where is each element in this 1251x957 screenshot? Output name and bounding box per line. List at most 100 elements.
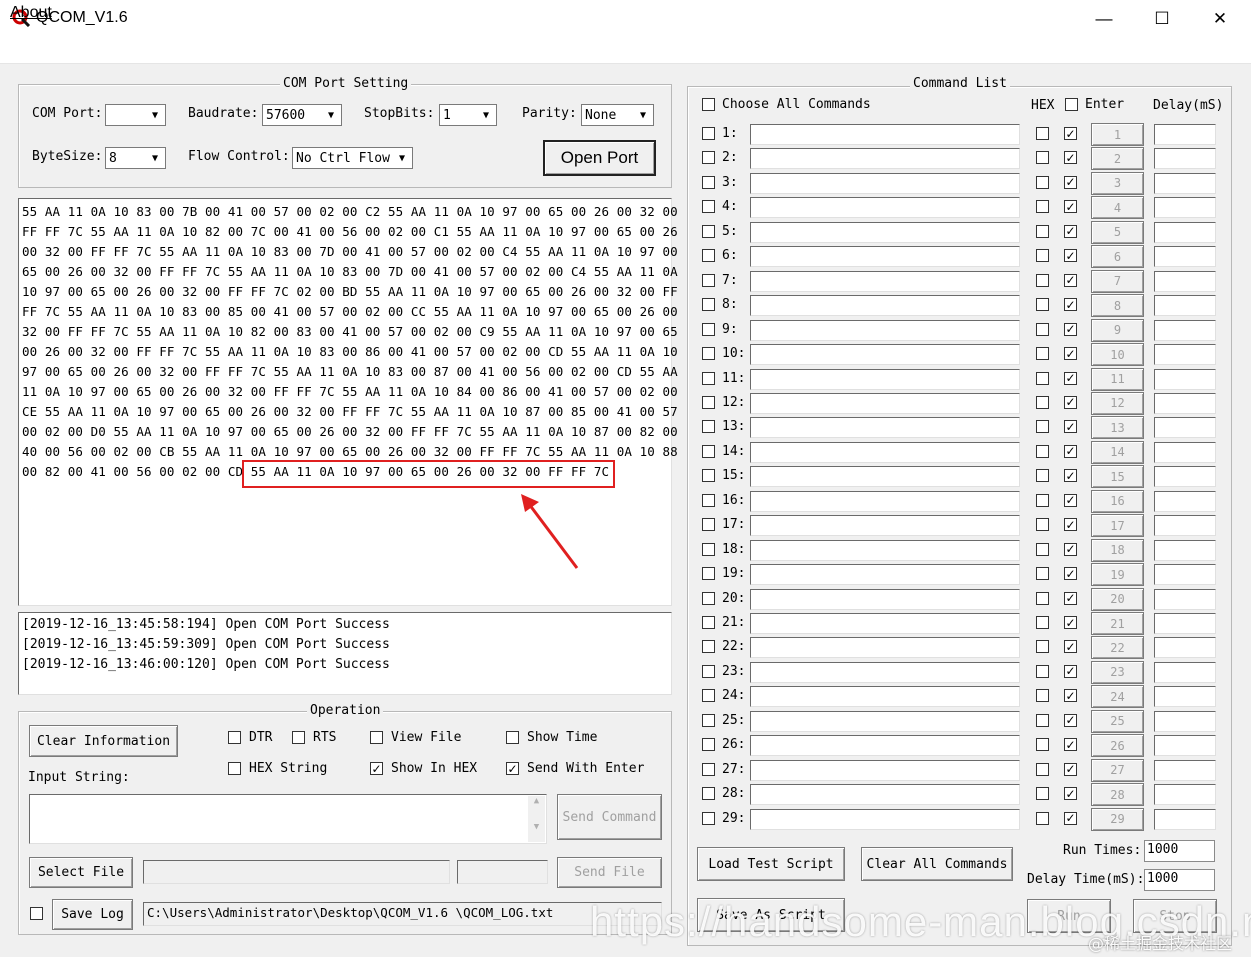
command-hex-checkbox[interactable] xyxy=(1036,469,1049,483)
command-select-checkbox[interactable] xyxy=(702,371,715,385)
command-send-button[interactable]: 19 xyxy=(1091,563,1144,587)
command-enter-checkbox[interactable]: ✓ xyxy=(1064,493,1077,507)
command-select-checkbox[interactable] xyxy=(702,200,715,214)
command-delay-input[interactable] xyxy=(1154,197,1216,219)
command-enter-checkbox[interactable]: ✓ xyxy=(1064,200,1077,214)
command-input[interactable] xyxy=(750,686,1020,708)
command-enter-checkbox[interactable]: ✓ xyxy=(1064,273,1077,287)
menu-about[interactable]: About xyxy=(10,4,52,22)
choose-all-checkbox[interactable] xyxy=(702,98,715,111)
command-send-button[interactable]: 18 xyxy=(1091,538,1144,562)
stopbits-select[interactable]: 1 ▼ xyxy=(439,104,497,126)
command-delay-input[interactable] xyxy=(1154,441,1216,463)
command-delay-input[interactable] xyxy=(1154,368,1216,390)
command-delay-input[interactable] xyxy=(1154,221,1216,243)
command-select-checkbox[interactable] xyxy=(702,542,715,556)
command-input[interactable] xyxy=(750,344,1020,366)
command-hex-checkbox[interactable] xyxy=(1036,664,1049,678)
command-delay-input[interactable] xyxy=(1154,637,1216,659)
command-enter-checkbox[interactable]: ✓ xyxy=(1064,591,1077,605)
command-delay-input[interactable] xyxy=(1154,172,1216,194)
command-select-checkbox[interactable] xyxy=(702,640,715,654)
minimize-button[interactable]: — xyxy=(1075,0,1133,38)
command-send-button[interactable]: 22 xyxy=(1091,636,1144,660)
command-input[interactable] xyxy=(750,172,1020,194)
dtr-checkbox[interactable] xyxy=(228,731,241,744)
command-hex-checkbox[interactable] xyxy=(1036,127,1049,140)
command-enter-checkbox[interactable]: ✓ xyxy=(1064,689,1077,703)
input-scrollbar[interactable]: ▲ ▼ xyxy=(528,796,545,842)
command-hex-checkbox[interactable] xyxy=(1036,322,1049,336)
command-send-button[interactable]: 12 xyxy=(1091,391,1144,415)
input-string-field[interactable] xyxy=(29,794,547,844)
command-delay-input[interactable] xyxy=(1154,490,1216,512)
command-select-checkbox[interactable] xyxy=(702,493,715,507)
delay-time-input[interactable]: 1000 xyxy=(1144,869,1215,891)
command-enter-checkbox[interactable]: ✓ xyxy=(1064,249,1077,263)
command-select-checkbox[interactable] xyxy=(702,664,715,678)
command-delay-input[interactable] xyxy=(1154,710,1216,732)
command-send-button[interactable]: 11 xyxy=(1091,367,1144,391)
command-input[interactable] xyxy=(750,515,1020,537)
command-enter-checkbox[interactable]: ✓ xyxy=(1064,127,1077,140)
command-select-checkbox[interactable] xyxy=(702,151,715,165)
command-send-button[interactable]: 7 xyxy=(1091,269,1144,293)
command-enter-checkbox[interactable]: ✓ xyxy=(1064,664,1077,678)
command-enter-checkbox[interactable]: ✓ xyxy=(1064,395,1077,409)
command-send-button[interactable]: 16 xyxy=(1091,489,1144,513)
command-delay-input[interactable] xyxy=(1154,344,1216,366)
command-delay-input[interactable] xyxy=(1154,686,1216,708)
command-input[interactable] xyxy=(750,490,1020,512)
command-select-checkbox[interactable] xyxy=(702,420,715,434)
command-delay-input[interactable] xyxy=(1154,270,1216,292)
command-send-button[interactable]: 24 xyxy=(1091,685,1144,709)
enter-all-checkbox[interactable] xyxy=(1065,98,1078,111)
command-send-button[interactable]: 5 xyxy=(1091,220,1144,244)
command-delay-input[interactable] xyxy=(1154,613,1216,634)
command-send-button[interactable]: 15 xyxy=(1091,465,1144,489)
maximize-button[interactable]: ☐ xyxy=(1133,0,1191,38)
command-send-button[interactable]: 8 xyxy=(1091,294,1144,318)
command-select-checkbox[interactable] xyxy=(702,469,715,483)
command-delay-input[interactable] xyxy=(1154,124,1216,145)
command-select-checkbox[interactable] xyxy=(702,762,715,776)
scroll-down-icon[interactable]: ▼ xyxy=(528,822,545,832)
command-input[interactable] xyxy=(750,710,1020,732)
command-enter-checkbox[interactable]: ✓ xyxy=(1064,469,1077,483)
command-hex-checkbox[interactable] xyxy=(1036,200,1049,214)
show-in-hex-checkbox[interactable]: ✓ xyxy=(370,762,383,775)
command-select-checkbox[interactable] xyxy=(702,591,715,605)
command-hex-checkbox[interactable] xyxy=(1036,591,1049,605)
command-hex-checkbox[interactable] xyxy=(1036,689,1049,703)
command-delay-input[interactable] xyxy=(1154,735,1216,757)
command-select-checkbox[interactable] xyxy=(702,347,715,361)
command-hex-checkbox[interactable] xyxy=(1036,518,1049,532)
command-send-button[interactable]: 26 xyxy=(1091,734,1144,758)
command-send-button[interactable]: 29 xyxy=(1091,807,1144,831)
command-enter-checkbox[interactable]: ✓ xyxy=(1064,567,1077,581)
command-hex-checkbox[interactable] xyxy=(1036,151,1049,165)
command-send-button[interactable]: 20 xyxy=(1091,587,1144,611)
command-hex-checkbox[interactable] xyxy=(1036,298,1049,312)
command-input[interactable] xyxy=(750,539,1020,561)
command-delay-input[interactable] xyxy=(1154,392,1216,414)
command-enter-checkbox[interactable]: ✓ xyxy=(1064,175,1077,189)
command-send-button[interactable]: 23 xyxy=(1091,660,1144,684)
hex-string-checkbox[interactable] xyxy=(228,762,241,775)
command-enter-checkbox[interactable]: ✓ xyxy=(1064,371,1077,385)
command-select-checkbox[interactable] xyxy=(702,713,715,727)
command-delay-input[interactable] xyxy=(1154,148,1216,170)
command-select-checkbox[interactable] xyxy=(702,518,715,532)
send-command-button[interactable]: Send Command xyxy=(557,794,662,840)
show-time-checkbox[interactable] xyxy=(506,731,519,744)
command-enter-checkbox[interactable]: ✓ xyxy=(1064,347,1077,361)
command-enter-checkbox[interactable]: ✓ xyxy=(1064,444,1077,458)
command-hex-checkbox[interactable] xyxy=(1036,175,1049,189)
command-select-checkbox[interactable] xyxy=(702,787,715,801)
command-input[interactable] xyxy=(750,637,1020,659)
command-input[interactable] xyxy=(750,270,1020,292)
command-select-checkbox[interactable] xyxy=(702,811,715,825)
command-hex-checkbox[interactable] xyxy=(1036,567,1049,581)
select-file-button[interactable]: Select File xyxy=(29,857,133,888)
command-send-button[interactable]: 21 xyxy=(1091,612,1144,635)
